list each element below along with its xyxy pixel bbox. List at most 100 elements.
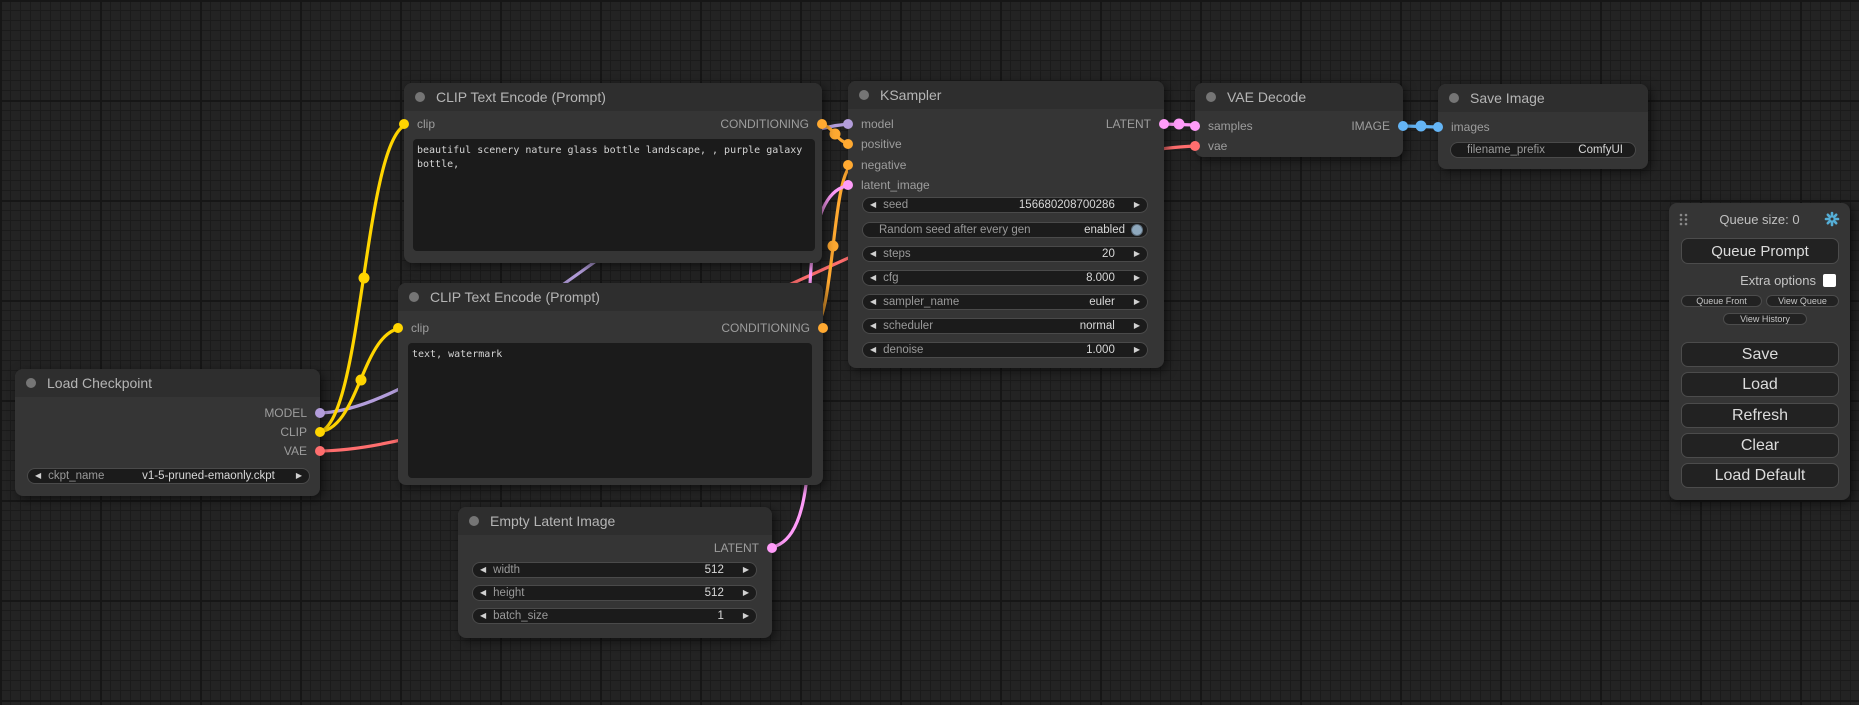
increment-arrow-icon[interactable]: ▶ — [736, 585, 756, 601]
latent-port-dot[interactable] — [1159, 119, 1169, 129]
seed-widget[interactable]: ◀ seed 156680208700286 ▶ — [862, 197, 1148, 213]
settings-gear-icon[interactable] — [1824, 211, 1840, 227]
input-clip[interactable]: clip — [398, 319, 429, 337]
link-midpoint-dot[interactable] — [1174, 119, 1185, 130]
increment-arrow-icon[interactable]: ▶ — [736, 608, 756, 624]
increment-arrow-icon[interactable]: ▶ — [1127, 246, 1147, 262]
latent-port-dot[interactable] — [1190, 121, 1200, 131]
random-seed-toggle-widget[interactable]: Random seed after every gen enabled — [862, 222, 1148, 238]
positive-prompt-textarea[interactable]: beautiful scenery nature glass bottle la… — [413, 139, 815, 251]
queue-prompt-button[interactable]: Queue Prompt — [1681, 238, 1839, 264]
graph-canvas[interactable]: Load Checkpoint MODEL CLIP VAE ◀ ckpt_na… — [0, 0, 1859, 705]
output-latent[interactable]: LATENT — [714, 539, 772, 557]
refresh-button[interactable]: Refresh — [1681, 403, 1839, 428]
next-arrow-icon[interactable]: ▶ — [1127, 294, 1147, 310]
next-arrow-icon[interactable]: ▶ — [289, 468, 309, 484]
output-model[interactable]: MODEL — [264, 404, 320, 422]
decrement-arrow-icon[interactable]: ◀ — [473, 562, 493, 578]
input-latent-image[interactable]: latent_image — [848, 176, 930, 194]
collapse-dot[interactable] — [415, 92, 425, 102]
image-port-dot[interactable] — [1433, 122, 1443, 132]
toggle-knob[interactable] — [1131, 224, 1143, 236]
input-vae[interactable]: vae — [1195, 137, 1227, 155]
negative-prompt-textarea[interactable]: text, watermark — [408, 343, 812, 478]
conditioning-port-dot[interactable] — [817, 119, 827, 129]
prev-arrow-icon[interactable]: ◀ — [28, 468, 48, 484]
link-midpoint-dot[interactable] — [1416, 121, 1427, 132]
clip-port-dot[interactable] — [399, 119, 409, 129]
node-ksampler[interactable]: KSampler model positive negative latent_… — [848, 81, 1164, 368]
decrement-arrow-icon[interactable]: ◀ — [863, 270, 883, 286]
scheduler-widget[interactable]: ◀ scheduler normal ▶ — [862, 318, 1148, 334]
collapse-dot[interactable] — [859, 90, 869, 100]
output-latent[interactable]: LATENT — [1106, 115, 1164, 133]
link-midpoint-dot[interactable] — [356, 375, 367, 386]
link-midpoint-dot[interactable] — [830, 129, 841, 140]
input-model[interactable]: model — [848, 115, 894, 133]
height-widget[interactable]: ◀ height 512 ▶ — [472, 585, 757, 601]
increment-arrow-icon[interactable]: ▶ — [1127, 342, 1147, 358]
view-history-button[interactable]: View History — [1723, 313, 1807, 325]
input-positive[interactable]: positive — [848, 135, 902, 153]
collapse-dot[interactable] — [1449, 93, 1459, 103]
conditioning-port-dot[interactable] — [843, 160, 853, 170]
next-arrow-icon[interactable]: ▶ — [1127, 318, 1147, 334]
output-conditioning[interactable]: CONDITIONING — [721, 319, 823, 337]
conditioning-port-dot[interactable] — [843, 139, 853, 149]
link-midpoint-dot[interactable] — [828, 241, 839, 252]
latent-port-dot[interactable] — [767, 543, 777, 553]
decrement-arrow-icon[interactable]: ◀ — [863, 342, 883, 358]
conditioning-port-dot[interactable] — [818, 323, 828, 333]
input-samples[interactable]: samples — [1195, 117, 1253, 135]
filename-prefix-widget[interactable]: filename_prefix ComfyUI — [1450, 142, 1636, 158]
node-clip-text-encode-positive[interactable]: CLIP Text Encode (Prompt) clip CONDITION… — [404, 83, 822, 263]
increment-arrow-icon[interactable]: ▶ — [736, 562, 756, 578]
latent-port-dot[interactable] — [843, 180, 853, 190]
node-load-checkpoint[interactable]: Load Checkpoint MODEL CLIP VAE ◀ ckpt_na… — [15, 369, 320, 496]
denoise-widget[interactable]: ◀ denoise 1.000 ▶ — [862, 342, 1148, 358]
batch-size-widget[interactable]: ◀ batch_size 1 ▶ — [472, 608, 757, 624]
vae-port-dot[interactable] — [1190, 141, 1200, 151]
increment-arrow-icon[interactable]: ▶ — [1127, 197, 1147, 213]
clip-port-dot[interactable] — [315, 427, 325, 437]
decrement-arrow-icon[interactable]: ◀ — [473, 608, 493, 624]
image-port-dot[interactable] — [1398, 121, 1408, 131]
clear-button[interactable]: Clear — [1681, 433, 1839, 458]
sampler-name-widget[interactable]: ◀ sampler_name euler ▶ — [862, 294, 1148, 310]
node-empty-latent-image[interactable]: Empty Latent Image LATENT ◀ width 512 ▶ … — [458, 507, 772, 638]
input-images[interactable]: images — [1438, 118, 1490, 136]
link-midpoint-dot[interactable] — [359, 273, 370, 284]
clip-port-dot[interactable] — [393, 323, 403, 333]
prev-arrow-icon[interactable]: ◀ — [863, 294, 883, 310]
collapse-dot[interactable] — [409, 292, 419, 302]
prev-arrow-icon[interactable]: ◀ — [863, 318, 883, 334]
model-port-dot[interactable] — [843, 119, 853, 129]
save-button[interactable]: Save — [1681, 342, 1839, 367]
model-port-dot[interactable] — [315, 408, 325, 418]
node-clip-text-encode-negative[interactable]: CLIP Text Encode (Prompt) clip CONDITION… — [398, 283, 823, 485]
width-widget[interactable]: ◀ width 512 ▶ — [472, 562, 757, 578]
load-default-button[interactable]: Load Default — [1681, 463, 1839, 488]
input-negative[interactable]: negative — [848, 156, 906, 174]
steps-widget[interactable]: ◀ steps 20 ▶ — [862, 246, 1148, 262]
ckpt-name-widget[interactable]: ◀ ckpt_name v1-5-pruned-emaonly.ckpt ▶ — [27, 468, 310, 484]
decrement-arrow-icon[interactable]: ◀ — [863, 197, 883, 213]
collapse-dot[interactable] — [469, 516, 479, 526]
decrement-arrow-icon[interactable]: ◀ — [473, 585, 493, 601]
load-button[interactable]: Load — [1681, 372, 1839, 397]
output-conditioning[interactable]: CONDITIONING — [720, 115, 822, 133]
output-vae[interactable]: VAE — [284, 442, 320, 460]
node-vae-decode[interactable]: VAE Decode samples vae IMAGE — [1195, 83, 1403, 157]
extra-options-checkbox[interactable] — [1823, 274, 1836, 287]
queue-panel[interactable]: Queue size: 0 Queue Prompt Extra options… — [1669, 203, 1850, 500]
queue-front-button[interactable]: Queue Front — [1681, 295, 1762, 307]
input-clip[interactable]: clip — [404, 115, 435, 133]
vae-port-dot[interactable] — [315, 446, 325, 456]
output-image[interactable]: IMAGE — [1351, 117, 1403, 135]
collapse-dot[interactable] — [26, 378, 36, 388]
output-clip[interactable]: CLIP — [280, 423, 320, 441]
node-save-image[interactable]: Save Image images filename_prefix ComfyU… — [1438, 84, 1648, 169]
cfg-widget[interactable]: ◀ cfg 8.000 ▶ — [862, 270, 1148, 286]
collapse-dot[interactable] — [1206, 92, 1216, 102]
view-queue-button[interactable]: View Queue — [1766, 295, 1839, 307]
